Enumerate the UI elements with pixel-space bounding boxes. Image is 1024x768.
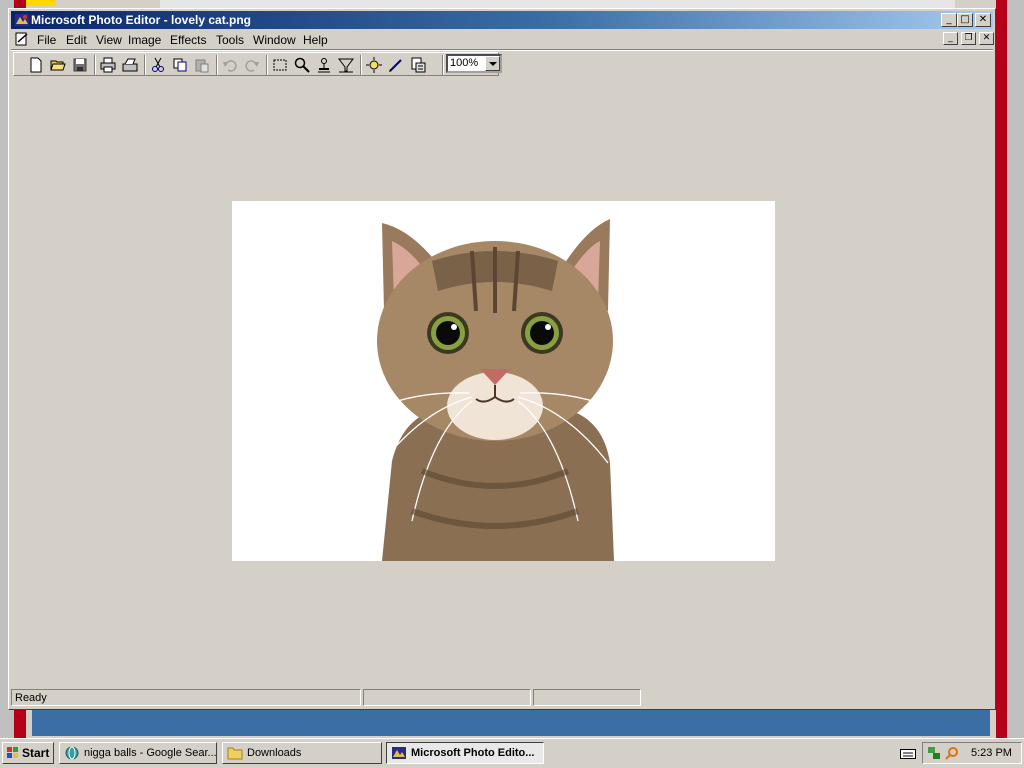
document-close-button[interactable]: ✕ xyxy=(979,32,994,45)
touch-up-button[interactable] xyxy=(386,56,406,74)
taskbar-item-label: nigga balls - Google Sear... xyxy=(84,747,217,759)
open-folder-icon xyxy=(50,60,66,71)
taskbar-item-label: Downloads xyxy=(247,747,302,759)
eyedropper-button[interactable] xyxy=(314,56,334,74)
select-button[interactable] xyxy=(270,56,290,74)
undo-icon xyxy=(223,60,237,72)
taskbar-item-photo-editor[interactable]: Microsoft Photo Edito... xyxy=(386,742,544,764)
cut-button[interactable] xyxy=(148,56,168,74)
open-button[interactable] xyxy=(48,56,68,74)
paste-button[interactable] xyxy=(192,56,212,74)
new-file-icon xyxy=(30,57,42,73)
menu-help[interactable]: Help xyxy=(303,33,328,47)
new-button[interactable] xyxy=(26,56,46,74)
scissors-icon xyxy=(152,57,164,72)
document-restore-button[interactable]: ❐ xyxy=(961,32,976,45)
scan-button[interactable] xyxy=(120,56,140,74)
menu-effects[interactable]: Effects xyxy=(170,33,206,47)
redo-button[interactable] xyxy=(242,56,262,74)
keyboard-icon[interactable] xyxy=(900,747,916,760)
menu-tools[interactable]: Tools xyxy=(216,33,244,47)
status-message: Ready xyxy=(11,689,361,706)
status-panel-2 xyxy=(363,689,531,706)
start-label: Start xyxy=(22,746,50,760)
toolbar-separator xyxy=(266,55,268,75)
print-button[interactable] xyxy=(98,56,118,74)
status-panel-3 xyxy=(533,689,641,706)
copy-icon xyxy=(173,58,187,72)
copy-button[interactable] xyxy=(170,56,190,74)
toolbar-separator xyxy=(442,55,444,75)
auto-balance-button[interactable] xyxy=(364,56,384,74)
image-workspace xyxy=(11,79,993,685)
zoom-value: 100% xyxy=(450,57,479,69)
paste-icon xyxy=(195,59,209,73)
clock[interactable]: 5:23 PM xyxy=(971,747,1012,759)
cat-photo xyxy=(232,201,775,561)
properties-icon xyxy=(411,57,426,73)
printer-icon xyxy=(100,57,116,73)
save-disk-icon xyxy=(73,58,87,72)
brush-icon xyxy=(389,59,402,72)
menu-edit[interactable]: Edit xyxy=(66,33,87,47)
photo-editor-app-icon xyxy=(15,14,29,26)
transparency-button[interactable] xyxy=(336,56,356,74)
standard-toolbar: 100% xyxy=(13,52,502,76)
system-tray: 5:23 PM xyxy=(922,742,1022,764)
windows-logo-icon xyxy=(7,747,18,758)
toolbar-separator xyxy=(360,55,362,75)
toolbar-separator xyxy=(94,55,96,75)
minimize-button[interactable]: _ xyxy=(941,13,957,27)
magnifier-icon xyxy=(294,57,310,73)
funnel-icon xyxy=(338,58,354,73)
image-canvas[interactable] xyxy=(232,201,775,561)
photo-editor-window: Microsoft Photo Editor - lovely cat.png … xyxy=(8,8,996,710)
taskbar-item-downloads[interactable]: Downloads xyxy=(222,742,382,764)
status-bar: Ready xyxy=(11,689,993,707)
menu-image[interactable]: Image xyxy=(128,33,161,47)
scanner-icon xyxy=(122,58,138,72)
toolbar-separator xyxy=(216,55,218,75)
start-button[interactable]: Start xyxy=(2,742,54,764)
menu-bar: File Edit View Image Effects Tools Windo… xyxy=(11,30,994,48)
title-bar[interactable]: Microsoft Photo Editor - lovely cat.png … xyxy=(11,11,993,29)
window-title: Microsoft Photo Editor - lovely cat.png xyxy=(31,13,252,27)
search-icon[interactable] xyxy=(945,746,959,760)
zoom-dropdown-arrow[interactable] xyxy=(485,56,500,71)
zoom-combobox[interactable]: 100% xyxy=(446,54,502,73)
stamp-icon xyxy=(318,58,330,73)
document-minimize-button[interactable]: _ xyxy=(943,32,958,45)
undo-button[interactable] xyxy=(220,56,240,74)
toolbar-divider xyxy=(11,49,993,51)
rectangle-select-icon xyxy=(273,59,287,71)
maximize-button[interactable]: □ xyxy=(957,13,973,27)
save-button[interactable] xyxy=(70,56,90,74)
taskbar: Start nigga balls - Google Sear... Downl… xyxy=(0,738,1024,768)
photo-editor-app-icon xyxy=(392,747,406,759)
toolbar-separator xyxy=(144,55,146,75)
zoom-tool-button[interactable] xyxy=(292,56,312,74)
close-button[interactable]: ✕ xyxy=(975,13,991,27)
taskbar-item-label: Microsoft Photo Edito... xyxy=(411,747,535,759)
menu-window[interactable]: Window xyxy=(253,33,296,47)
sun-icon xyxy=(366,57,382,73)
properties-button[interactable] xyxy=(408,56,428,74)
menu-view[interactable]: View xyxy=(96,33,122,47)
background-window-tab xyxy=(26,0,56,6)
document-system-menu-icon[interactable] xyxy=(14,31,30,47)
folder-icon xyxy=(227,747,243,760)
background-window-titlebar[interactable] xyxy=(32,710,990,736)
taskbar-item-browser[interactable]: nigga balls - Google Sear... xyxy=(59,742,217,764)
browser-globe-icon xyxy=(65,746,79,760)
network-icon[interactable] xyxy=(927,746,941,760)
redo-icon xyxy=(245,60,259,72)
menu-file[interactable]: File xyxy=(37,33,56,47)
